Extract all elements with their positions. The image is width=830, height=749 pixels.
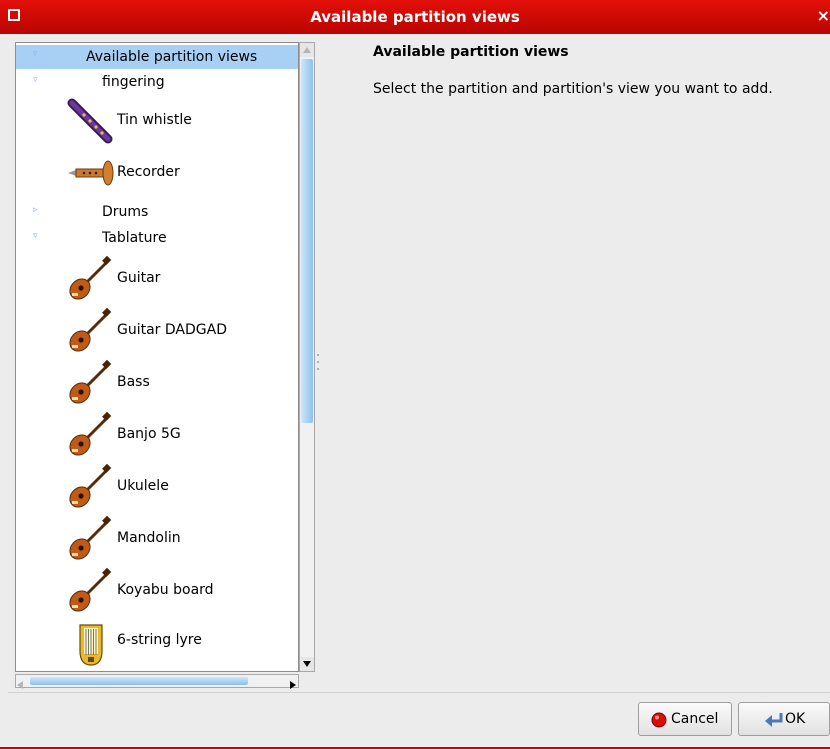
tree-item-ukulele[interactable]: Ukulele bbox=[16, 463, 298, 513]
tree-item-label: Tin whistle bbox=[117, 112, 192, 128]
scroll-left-button[interactable] bbox=[17, 677, 23, 693]
tree-item-drums[interactable]: ▹ Drums bbox=[16, 201, 298, 225]
tree-item-label: Banjo 5G bbox=[117, 426, 181, 442]
tree-item-available-partition-views[interactable]: ▿ Available partition views bbox=[16, 45, 298, 69]
tree-item-tin-whistle[interactable]: Tin whistle bbox=[16, 97, 298, 147]
lyre-icon bbox=[76, 621, 106, 671]
cancel-icon bbox=[651, 712, 667, 732]
panel-title: Available partition views bbox=[373, 44, 569, 60]
partition-tree[interactable]: ▿ Available partition views ▿ fingering … bbox=[15, 42, 299, 672]
tree-item-koyabu-board[interactable]: Koyabu board bbox=[16, 567, 298, 617]
expander-expanded-icon[interactable]: ▿ bbox=[33, 231, 38, 241]
guitar-icon bbox=[64, 463, 114, 517]
tree-horizontal-scrollbar[interactable] bbox=[15, 674, 299, 689]
scroll-up-button[interactable] bbox=[300, 43, 314, 57]
tree-item-label: 6-string lyre bbox=[117, 632, 202, 648]
tree-item-label: Drums bbox=[102, 204, 149, 220]
expander-collapsed-icon[interactable]: ▹ bbox=[33, 205, 38, 215]
scroll-down-button[interactable] bbox=[300, 657, 314, 671]
arrow-left-icon bbox=[17, 681, 23, 689]
cancel-label: Cancel bbox=[671, 711, 719, 727]
tree-item-mandolin[interactable]: Mandolin bbox=[16, 515, 298, 565]
tree-item-6-string-lyre[interactable]: 6-string lyre bbox=[16, 619, 298, 669]
tree-item-recorder[interactable]: Recorder bbox=[16, 149, 298, 197]
ok-label: OK bbox=[785, 711, 806, 727]
ok-enter-icon bbox=[763, 711, 785, 733]
tree-item-fingering[interactable]: ▿ fingering bbox=[16, 71, 298, 95]
arrow-right-icon bbox=[290, 681, 296, 689]
arrow-up-icon bbox=[303, 47, 311, 53]
guitar-icon bbox=[64, 411, 114, 465]
guitar-icon bbox=[64, 515, 114, 569]
recorder-icon bbox=[66, 159, 116, 191]
panel-description: Select the partition and partition's vie… bbox=[373, 81, 773, 97]
tree-item-guitar-dadgad[interactable]: Guitar DADGAD bbox=[16, 307, 298, 357]
window-title: Available partition views bbox=[310, 8, 520, 26]
tree-item-label: fingering bbox=[102, 74, 165, 90]
tree-item-banjo-5g[interactable]: Banjo 5G bbox=[16, 411, 298, 461]
tree-vertical-scrollbar[interactable] bbox=[299, 42, 315, 672]
close-button[interactable]: × bbox=[817, 6, 830, 25]
tin-whistle-icon bbox=[66, 97, 114, 149]
tree-item-label: Bass bbox=[117, 374, 150, 390]
scroll-right-button[interactable] bbox=[290, 677, 296, 693]
expander-expanded-icon[interactable]: ▿ bbox=[33, 49, 38, 59]
title-bar: Available partition views × bbox=[0, 0, 830, 34]
tree-item-tablature[interactable]: ▿ Tablature bbox=[16, 227, 298, 251]
scroll-thumb[interactable] bbox=[301, 59, 313, 423]
guitar-icon bbox=[64, 307, 114, 361]
button-separator bbox=[8, 692, 830, 693]
guitar-icon bbox=[64, 359, 114, 413]
guitar-icon bbox=[64, 255, 114, 309]
tree-item-label: Mandolin bbox=[117, 530, 181, 546]
tree-item-label: Tablature bbox=[102, 230, 167, 246]
tree-item-label: Guitar bbox=[117, 270, 161, 286]
tree-item-label: Available partition views bbox=[86, 49, 258, 65]
tree-item-bass[interactable]: Bass bbox=[16, 359, 298, 409]
pane-splitter[interactable] bbox=[316, 354, 320, 378]
cancel-button[interactable]: Cancel bbox=[638, 702, 732, 736]
arrow-down-icon bbox=[303, 661, 311, 667]
tree-item-label: Recorder bbox=[117, 164, 180, 180]
dialog-body: ▿ Available partition views ▿ fingering … bbox=[0, 34, 830, 749]
guitar-icon bbox=[64, 567, 114, 621]
tree-item-label: Koyabu board bbox=[117, 582, 214, 598]
tree-item-label: Ukulele bbox=[117, 478, 169, 494]
expander-expanded-icon[interactable]: ▿ bbox=[33, 75, 38, 85]
scroll-thumb[interactable] bbox=[30, 677, 248, 685]
tree-item-guitar[interactable]: Guitar bbox=[16, 255, 298, 305]
ok-button[interactable]: OK bbox=[738, 702, 830, 736]
tree-item-label: Guitar DADGAD bbox=[117, 322, 227, 338]
